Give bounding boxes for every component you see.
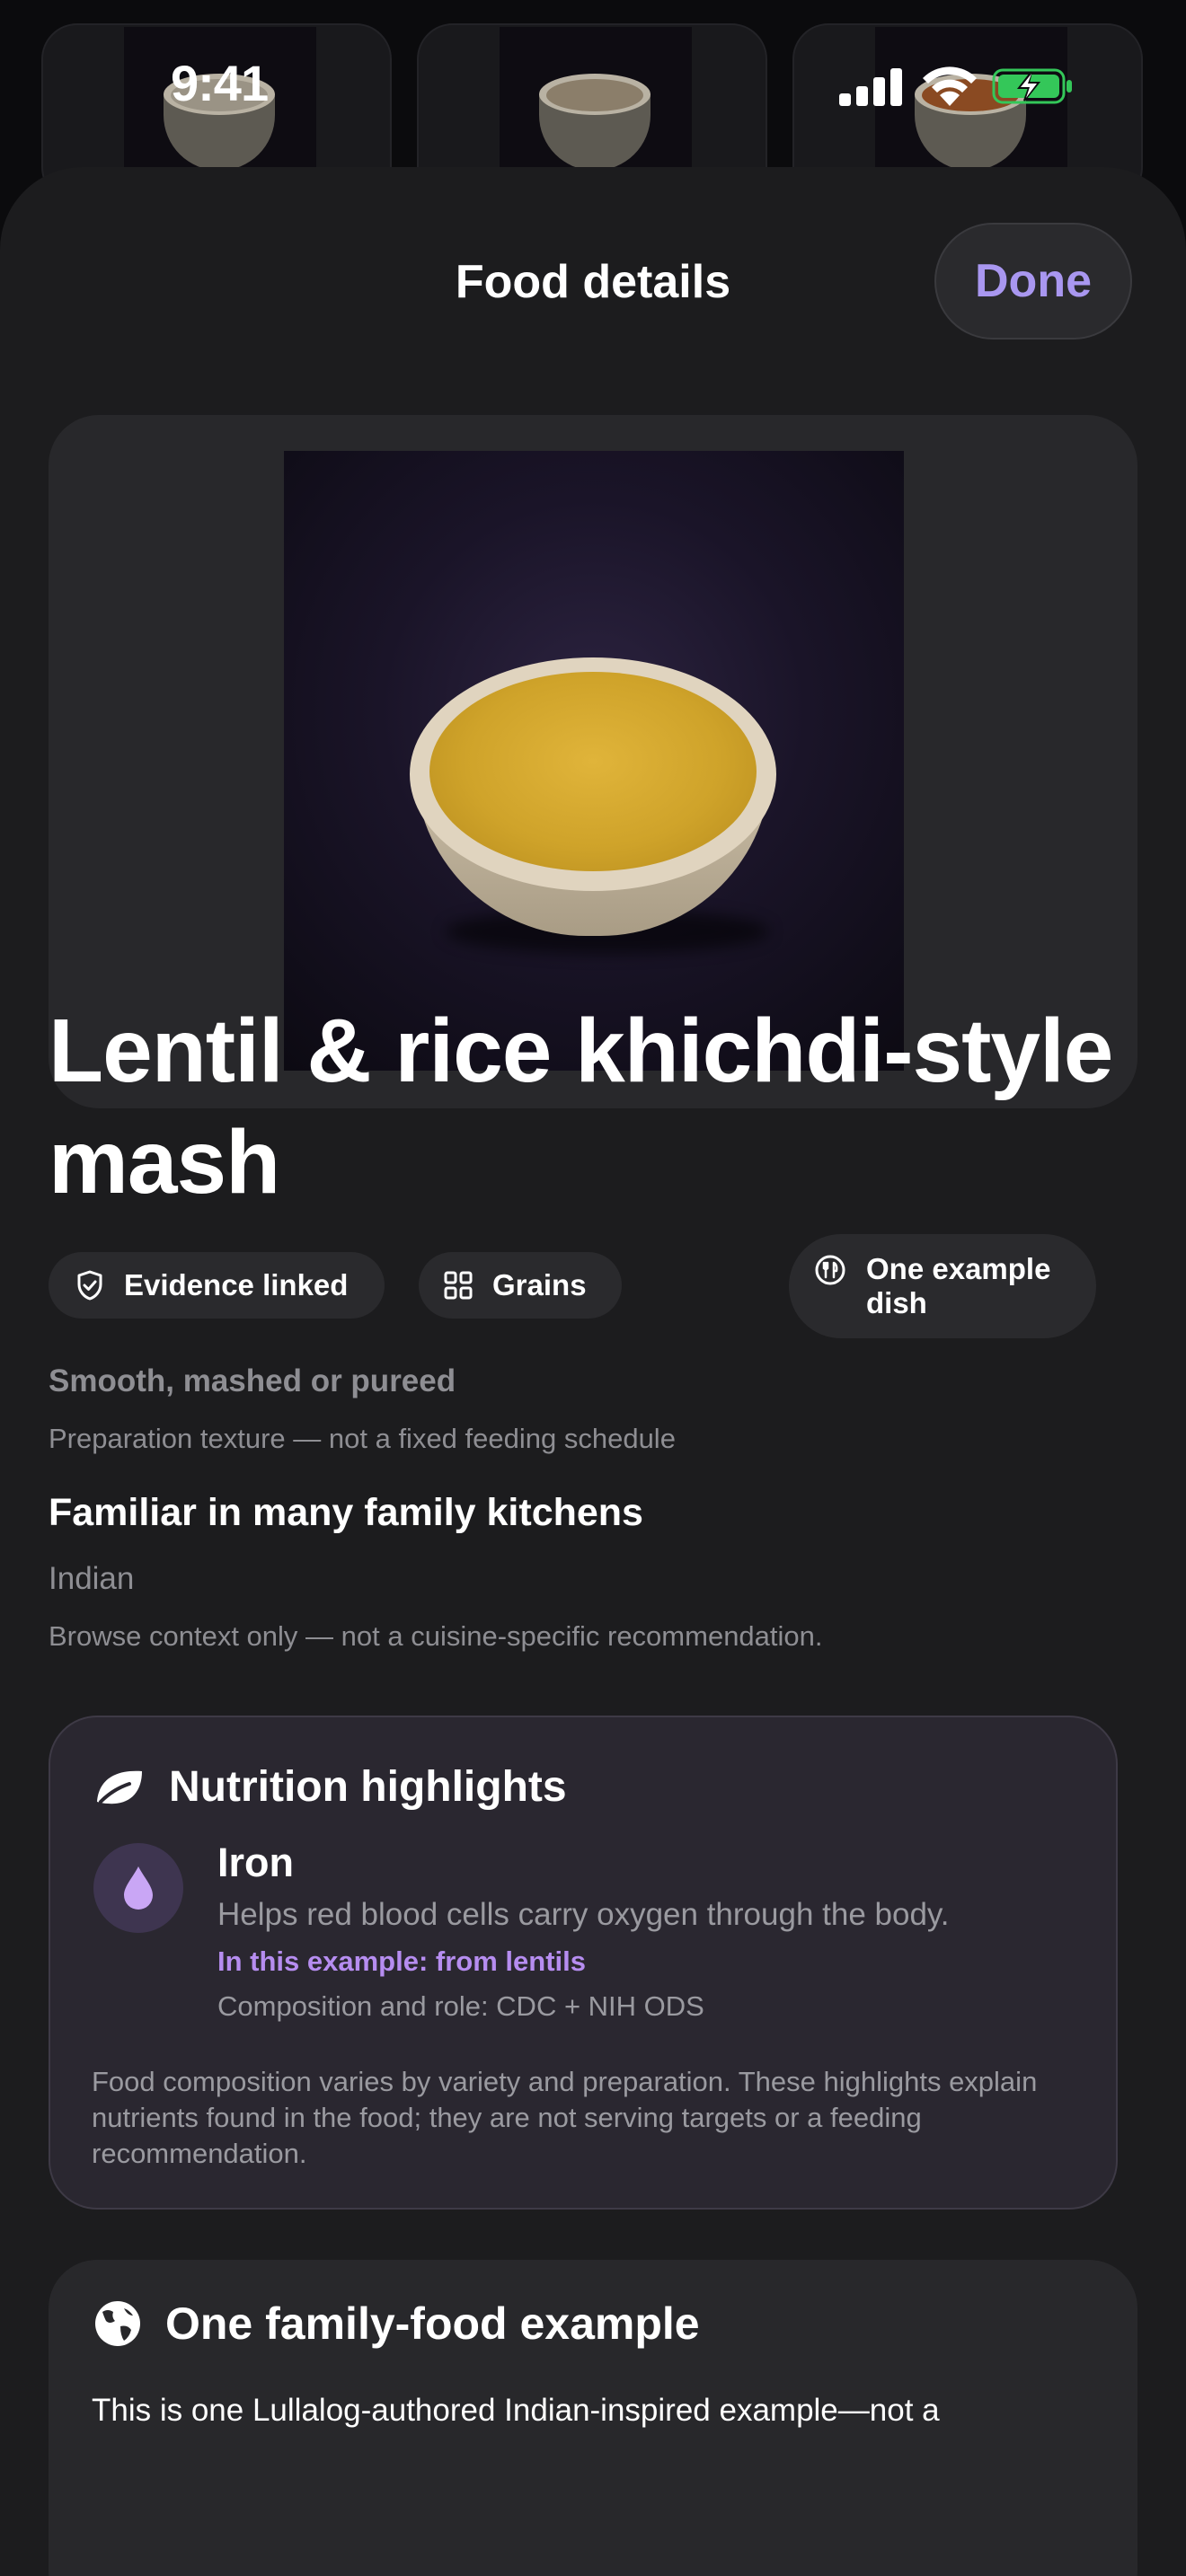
droplet-icon bbox=[124, 1866, 153, 1910]
cuisine-label: Indian bbox=[49, 1561, 135, 1596]
evidence-chip-label: Evidence linked bbox=[124, 1268, 349, 1301]
nutrition-title: Nutrition highlights bbox=[169, 1763, 567, 1811]
battery-charging-icon bbox=[992, 68, 1072, 104]
example-dish-chip[interactable]: One example dish bbox=[789, 1234, 1096, 1338]
utensils-icon bbox=[815, 1255, 845, 1285]
shield-check-icon bbox=[77, 1270, 102, 1301]
nutrient-description: Helps red blood cells carry oxygen throu… bbox=[217, 1897, 950, 1932]
texture-label: Smooth, mashed or pureed bbox=[49, 1363, 456, 1398]
status-time: 9:41 bbox=[171, 55, 269, 111]
nutrition-highlights-card: Nutrition highlights Iron Helps red bloo… bbox=[49, 1716, 1118, 2210]
category-chip-label: Grains bbox=[492, 1268, 587, 1301]
family-example-text: This is one Lullalog-authored Indian-ins… bbox=[92, 2393, 940, 2428]
nutrition-header: Nutrition highlights bbox=[93, 1762, 567, 1812]
food-title: Lentil & rice khichdi-style mash bbox=[49, 1001, 1113, 1213]
status-bar: 9:41 bbox=[0, 0, 1186, 162]
texture-note: Preparation texture — not a fixed feedin… bbox=[49, 1423, 676, 1454]
nutrient-citation: Composition and role: CDC + NIH ODS bbox=[217, 1990, 704, 2022]
iron-badge bbox=[93, 1843, 183, 1933]
wifi-icon bbox=[923, 66, 977, 106]
family-example-title: One family-food example bbox=[165, 2298, 700, 2349]
cuisine-note: Browse context only — not a cuisine-spec… bbox=[49, 1620, 823, 1652]
nutrition-disclaimer: Food composition varies by variety and p… bbox=[92, 2066, 1038, 2169]
cellular-signal-icon bbox=[839, 68, 902, 106]
category-chip[interactable]: Grains bbox=[419, 1252, 622, 1319]
familiar-heading: Familiar in many family kitchens bbox=[49, 1491, 643, 1534]
family-example-card: One family-food example This is one Lull… bbox=[49, 2260, 1137, 2576]
nutrient-name: Iron bbox=[217, 1839, 294, 1885]
nutrient-source: In this example: from lentils bbox=[217, 1945, 586, 1977]
example-chip-label: One example dish bbox=[866, 1252, 1051, 1319]
evidence-linked-chip[interactable]: Evidence linked bbox=[49, 1252, 385, 1319]
grid-icon bbox=[444, 1271, 473, 1300]
family-example-header: One family-food example bbox=[93, 2298, 700, 2350]
globe-icon bbox=[95, 2301, 140, 2346]
leaf-icon bbox=[97, 1770, 142, 1804]
